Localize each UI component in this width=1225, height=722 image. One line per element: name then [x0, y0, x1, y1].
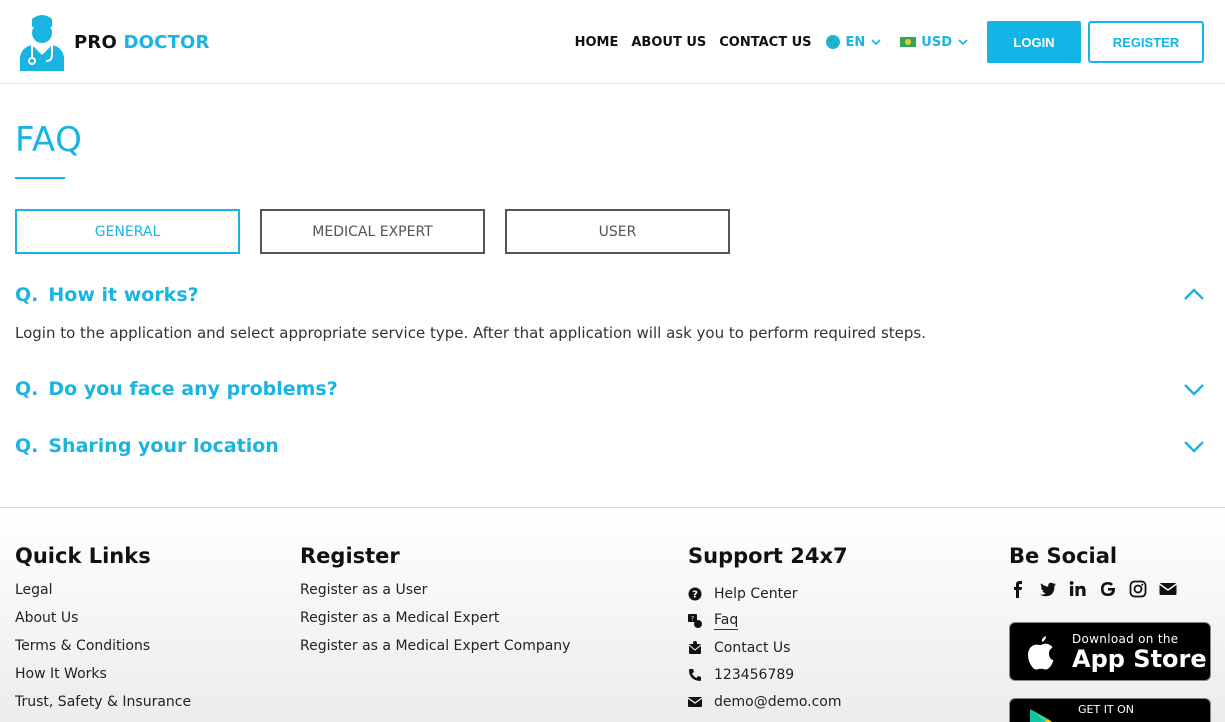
chevron-down-icon[interactable] [1183, 378, 1205, 400]
footer-link-terms[interactable]: Terms & Conditions [15, 636, 191, 664]
brand-name-pro: PRO [74, 31, 117, 53]
main-nav: HOME ABOUT US CONTACT US EN USD LOGIN RE… [575, 0, 1225, 84]
faq-question-prefix: Q. [15, 435, 39, 457]
faq-icon: ? [688, 613, 702, 628]
footer-link-about-us[interactable]: About Us [15, 608, 191, 636]
nav-contact-link[interactable]: CONTACT US [719, 35, 811, 50]
faq-answer: Login to the application and select appr… [15, 324, 926, 342]
support-label: demo@demo.com [714, 693, 842, 710]
title-underline [15, 177, 65, 179]
nav-home-link[interactable]: HOME [575, 35, 619, 50]
svg-text:?: ? [691, 615, 694, 622]
instagram-icon[interactable] [1129, 580, 1147, 598]
faq-question-row[interactable]: Q. Do you face any problems? [15, 374, 1210, 404]
google-icon[interactable] [1099, 580, 1117, 598]
footer-link-legal[interactable]: Legal [15, 580, 191, 608]
tab-user[interactable]: USER [505, 209, 730, 254]
chevron-down-icon [958, 38, 968, 45]
linkedin-icon[interactable] [1069, 580, 1087, 598]
support-label: Faq [714, 611, 739, 630]
support-help-center[interactable]: ? Help Center [688, 580, 848, 607]
brand-name-doctor: DOCTOR [123, 31, 210, 53]
currency-selector[interactable]: USD [900, 35, 973, 50]
support-label: Contact Us [714, 639, 791, 656]
google-play-small-text: GET IT ON [1078, 703, 1135, 716]
doctor-logo-icon [20, 15, 64, 71]
faq-question: Sharing your location [48, 435, 279, 457]
faq-tabs: GENERAL MEDICAL EXPERT USER [15, 209, 750, 254]
site-footer: Quick Links Legal About Us Terms & Condi… [0, 507, 1225, 722]
envelope-icon[interactable] [1159, 580, 1177, 598]
support-contact-us[interactable]: Contact Us [688, 634, 848, 661]
tab-medical-expert[interactable]: MEDICAL EXPERT [260, 209, 485, 254]
footer-link-register-expert[interactable]: Register as a Medical Expert [300, 608, 570, 636]
apple-icon [1028, 635, 1054, 670]
google-play-icon [1030, 709, 1052, 722]
google-play-badge[interactable]: GET IT ON [1009, 698, 1211, 722]
footer-heading: Register [300, 544, 400, 568]
faq-question: How it works? [48, 284, 199, 306]
facebook-icon[interactable] [1009, 580, 1027, 598]
footer-heading: Quick Links [15, 544, 151, 568]
faq-question-prefix: Q. [15, 378, 39, 400]
footer-support: Support 24x7 ? Help Center ? Faq Contact… [688, 544, 848, 715]
footer-link-how-it-works[interactable]: How It Works [15, 664, 191, 692]
login-button[interactable]: LOGIN [987, 21, 1081, 63]
footer-social: Be Social Download on the App Store GET … [1009, 544, 1211, 722]
phone-icon [689, 668, 701, 681]
footer-link-register-user[interactable]: Register as a User [300, 580, 570, 608]
brand-logo[interactable]: PRO DOCTOR [18, 13, 210, 71]
faq-item: Q. Do you face any problems? [15, 374, 1210, 404]
contact-icon [688, 640, 702, 654]
money-icon [900, 37, 917, 47]
app-store-big-text: App Store [1072, 644, 1207, 673]
support-label: Help Center [714, 585, 798, 602]
site-header: PRO DOCTOR HOME ABOUT US CONTACT US EN U… [0, 0, 1225, 84]
app-store-small-text: Download on the [1072, 631, 1179, 646]
faq-question-row[interactable]: Q. How it works? [15, 280, 1210, 310]
support-phone[interactable]: 123456789 [688, 661, 848, 688]
chevron-down-icon [871, 38, 881, 45]
footer-heading: Support 24x7 [688, 544, 848, 568]
footer-quick-links: Quick Links Legal About Us Terms & Condi… [15, 544, 191, 720]
app-store-text: Download on the App Store [1072, 632, 1207, 672]
currency-value: USD [921, 34, 952, 50]
footer-link-trust-safety[interactable]: Trust, Safety & Insurance [15, 692, 191, 720]
support-email[interactable]: demo@demo.com [688, 688, 848, 715]
language-selector[interactable]: EN [825, 34, 887, 50]
support-faq[interactable]: ? Faq [688, 607, 848, 634]
footer-heading: Be Social [1009, 544, 1118, 568]
tab-general[interactable]: GENERAL [15, 209, 240, 254]
brand-name: PRO DOCTOR [74, 32, 210, 53]
footer-link-register-company[interactable]: Register as a Medical Expert Company [300, 636, 570, 664]
twitter-icon[interactable] [1039, 580, 1057, 598]
nav-about-link[interactable]: ABOUT US [631, 35, 706, 50]
support-label: 123456789 [714, 666, 795, 683]
faq-item: Q. Sharing your location [15, 431, 1210, 461]
envelope-icon [688, 696, 702, 707]
language-value: EN [845, 34, 866, 50]
question-circle-icon: ? [688, 587, 702, 600]
chevron-up-icon[interactable] [1183, 284, 1205, 306]
footer-register: Register Register as a User Register as … [300, 544, 570, 664]
register-button[interactable]: REGISTER [1088, 21, 1204, 63]
faq-item: Q. How it works? Login to the applicatio… [15, 280, 1210, 342]
globe-icon [825, 35, 840, 49]
faq-question-row[interactable]: Q. Sharing your location [15, 431, 1210, 461]
chevron-down-icon[interactable] [1183, 435, 1205, 457]
page-title: FAQ [15, 120, 83, 160]
app-store-badge[interactable]: Download on the App Store [1009, 622, 1211, 681]
social-icons [1009, 580, 1211, 598]
faq-question-prefix: Q. [15, 284, 39, 306]
faq-question: Do you face any problems? [48, 378, 338, 400]
svg-text:?: ? [692, 589, 698, 600]
